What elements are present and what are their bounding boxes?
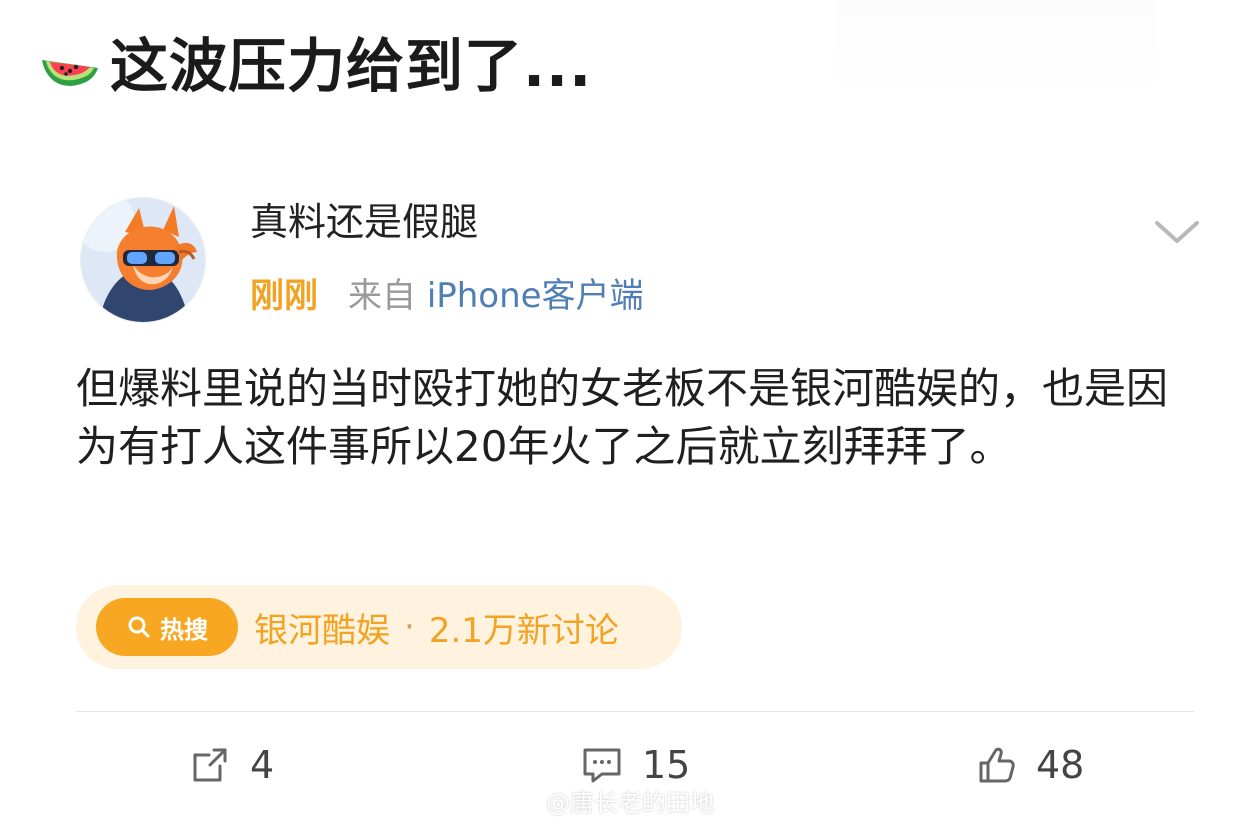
page-title: 这波压力给到了... xyxy=(110,32,593,100)
hot-search-topic: 银河酷娱 xyxy=(254,610,390,651)
post-meta: 刚刚 来自 iPhone客户端 xyxy=(250,279,644,313)
repost-button[interactable]: 4 xyxy=(186,741,274,789)
source-prefix: 来自 xyxy=(348,276,416,316)
post-text: 但爆料里说的当时殴打她的女老板不是银河酷娱的，也是因为有打人这件事所以20年火了… xyxy=(76,364,1169,471)
weibo-watermark: @唐长老的田地 xyxy=(496,778,714,822)
like-count: 48 xyxy=(1036,743,1085,787)
like-button[interactable]: 48 xyxy=(972,741,1084,789)
post-source: 来自 iPhone客户端 xyxy=(348,279,644,313)
weibo-logo xyxy=(496,784,536,816)
watermark-text: @唐长老的田地 xyxy=(546,788,714,817)
hot-search-badge-label: 热搜 xyxy=(160,615,208,644)
search-icon xyxy=(126,614,152,640)
top-right-background-fade xyxy=(836,0,1156,95)
action-divider xyxy=(76,711,1194,712)
hot-search-badge: 热搜 xyxy=(96,598,238,656)
hot-search-separator: · xyxy=(404,607,415,647)
hot-search-count: 2.1万新讨论 xyxy=(428,610,619,651)
avatar[interactable] xyxy=(80,197,206,323)
share-icon xyxy=(186,741,234,789)
source-client-link[interactable]: iPhone客户端 xyxy=(427,276,644,316)
top-title: 这波压力给到了... xyxy=(36,28,592,104)
thumbs-up-icon xyxy=(972,741,1020,789)
weibo-post-card: 真料还是假腿 刚刚 来自 iPhone客户端 但爆料里说的当时殴打她的女老板不是… xyxy=(0,165,1256,831)
watermelon-icon xyxy=(36,34,100,98)
post-menu-button[interactable] xyxy=(1152,213,1202,251)
hot-search-tag[interactable]: 热搜 银河酷娱 · 2.1万新讨论 xyxy=(76,585,682,669)
fox-avatar-icon xyxy=(81,198,205,322)
chevron-down-icon xyxy=(1155,221,1199,243)
repost-count: 4 xyxy=(250,743,275,787)
author-name[interactable]: 真料还是假腿 xyxy=(250,203,478,241)
post-time: 刚刚 xyxy=(250,276,318,316)
